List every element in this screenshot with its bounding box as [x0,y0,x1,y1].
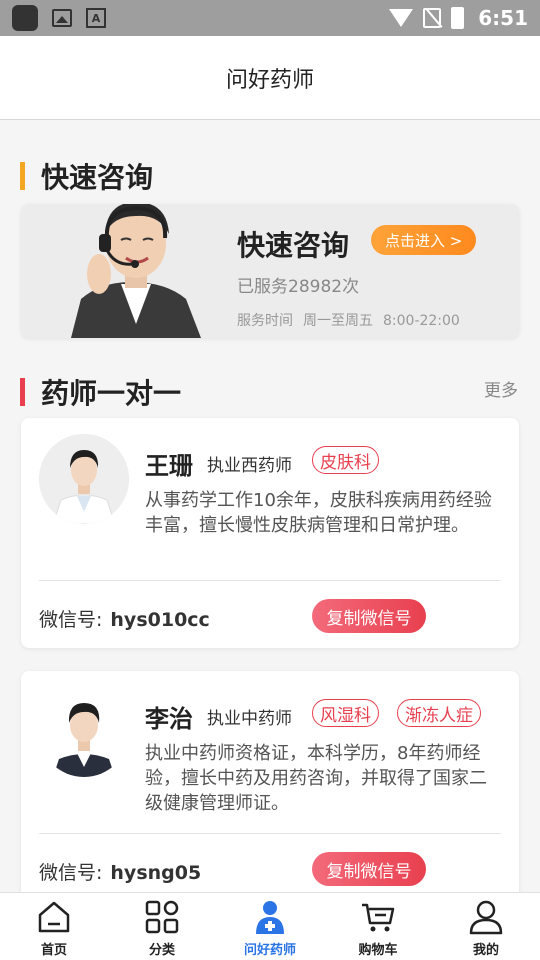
nav-label: 分类 [148,943,175,958]
font-notification-icon: A [86,8,106,28]
page-title: 问好药师 [225,67,314,93]
wechat-label: 微信号: [39,862,103,884]
pharmacist-section-title: 药师一对一 [20,372,181,412]
wechat-row: 微信号: hys010cc [39,605,210,632]
nav-home[interactable]: 首页 [0,893,108,960]
pharmacist-name: 李治 [145,705,193,733]
nav-profile[interactable]: 我的 [432,893,540,960]
quick-consult-title: 快速咨询 [237,229,350,262]
wifi-icon [389,9,414,27]
no-sim-icon [423,8,442,28]
copy-wechat-button[interactable]: 复制微信号 [312,599,426,633]
quick-consult-card[interactable]: 快速咨询 点击进入 > 已服务28982次 服务时间 周一至周五 8:00-22:0… [21,204,519,338]
avatar [39,687,129,777]
wechat-label: 微信号: [39,609,103,631]
home-icon [38,901,70,933]
bottom-nav: 首页 分类 问好药师 购物车 我的 [0,892,540,960]
pharmacist-title: 执业中药师 [207,709,292,729]
pharmacist-icon [256,901,284,934]
enter-consult-button[interactable]: 点击进入 > [371,225,477,255]
service-hours-label: 服务时间 [237,313,293,329]
pharmacist-card[interactable]: 王珊 执业西药师 皮肤科 从事药学工作10余年，皮肤科疾病用药经验丰富，擅长慢性… [21,418,519,648]
section-accent-bar [20,162,25,190]
customer-service-photo [71,204,201,338]
nav-pharmacist[interactable]: 问好药师 [216,893,324,960]
service-hours-time: 8:00-22:00 [383,313,460,329]
more-link[interactable]: 更多 [484,376,518,401]
wechat-row: 微信号: hysng05 [39,858,201,885]
service-hours-days: 周一至周五 [303,313,373,329]
app-header: 问好药师 [0,36,540,120]
specialty-tag: 渐冻人症 [397,699,481,727]
quick-consult-section-title: 快速咨询 [20,156,153,196]
specialty-tag: 风湿科 [312,699,379,727]
nav-cart[interactable]: 购物车 [324,893,432,960]
section-accent-bar [20,378,25,406]
wechat-id: hysng05 [110,862,202,884]
service-hours: 服务时间 周一至周五 8:00-22:00 [237,310,470,330]
nav-label: 我的 [472,943,499,958]
section-title-text: 药师一对一 [41,377,182,410]
served-count: 已服务28982次 [237,277,360,297]
pharmacist-name: 王珊 [145,452,193,480]
pharmacist-description: 执业中药师资格证，本科学历，8年药师经验，擅长中药及用药咨询，并取得了国家二级健… [145,743,487,814]
specialty-tag: 皮肤科 [312,446,379,474]
card-divider [39,833,501,834]
wechat-id: hys010cc [110,609,210,631]
nav-category[interactable]: 分类 [108,893,216,960]
pharmacist-card[interactable]: 李治 执业中药师 风湿科 渐冻人症 执业中药师资格证，本科学历，8年药师经验，擅… [21,671,519,911]
pharmacist-title: 执业西药师 [207,456,292,476]
category-icon [145,900,179,934]
image-notification-icon [52,9,72,27]
nav-label: 首页 [40,943,67,958]
nav-label: 问好药师 [243,943,296,958]
user-icon [469,900,503,935]
pharmacist-description: 从事药学工作10余年，皮肤科疾病用药经验丰富，擅长慢性皮肤病管理和日常护理。 [145,490,492,536]
cart-icon [362,903,395,932]
copy-wechat-button[interactable]: 复制微信号 [312,852,426,886]
app-notification-icon [12,5,38,31]
status-time: 6:51 [478,6,528,30]
nav-label: 购物车 [358,943,398,958]
card-divider [39,580,501,581]
battery-icon [451,7,465,29]
avatar [39,434,129,524]
status-bar: A 6:51 [0,0,540,36]
section-title-text: 快速咨询 [41,161,154,194]
